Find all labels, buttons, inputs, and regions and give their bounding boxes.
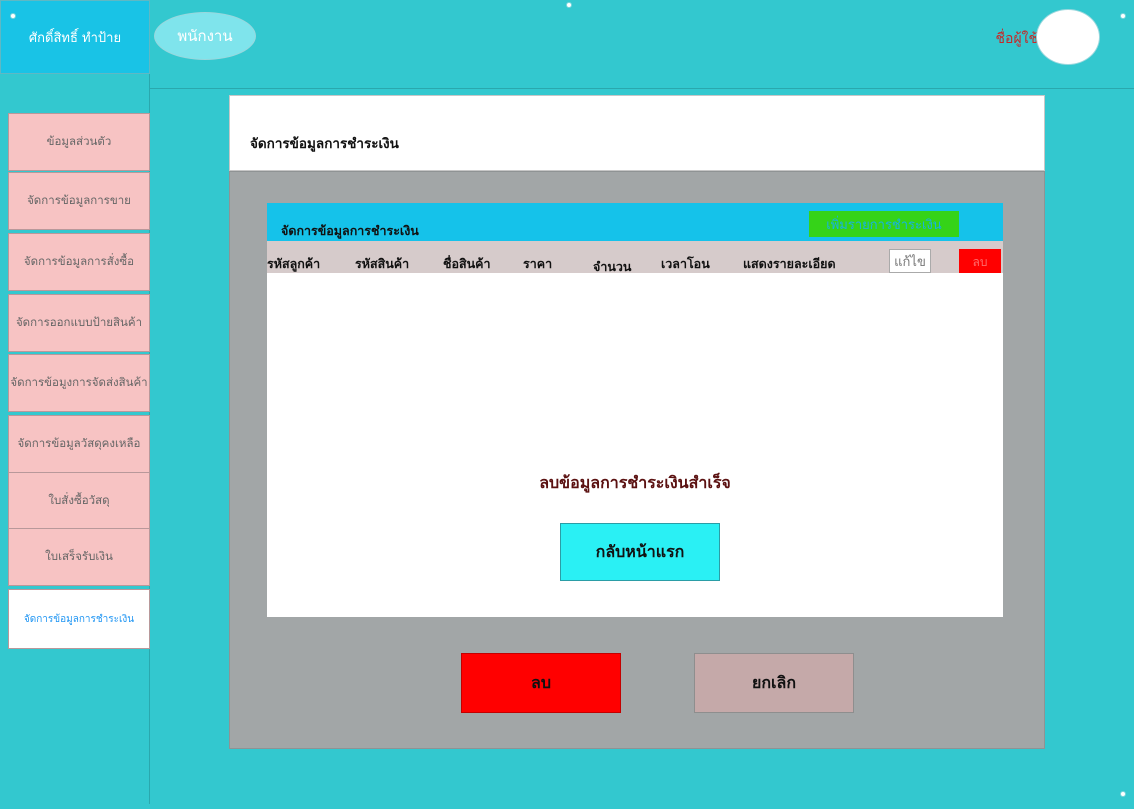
success-message: ลบข้อมูลการชำระเงินสำเร็จ: [539, 473, 731, 492]
column-price: ราคา: [523, 256, 553, 271]
column-details: แสดงรายละเอียด: [743, 256, 836, 271]
role-badge: พนักงาน: [154, 12, 256, 60]
corner-dot: [566, 2, 572, 8]
sidebar-item-profile[interactable]: ข้อมูลส่วนตัว: [8, 113, 150, 171]
column-product-name: ชื่อสินค้า: [443, 256, 491, 271]
table-header: จัดการข้อมูลการชำระเงิน เพิ่มรายการชำระเ…: [267, 203, 1003, 241]
edit-button[interactable]: แก้ไข: [889, 249, 931, 273]
sidebar-item-orders[interactable]: จัดการข้อมูลการสั่งซื้อ: [8, 233, 150, 291]
column-product-id: รหัสสินค้า: [355, 256, 410, 271]
shop-name: ศักดิ์สิทธิ์ ทำป้าย: [0, 0, 150, 74]
table-body: ลบข้อมูลการชำระเงินสำเร็จ กลับหน้าแรก: [267, 273, 1003, 617]
column-customer-id: รหัสลูกค้า: [267, 256, 321, 271]
page-title: จัดการข้อมูลการชำระเงิน: [250, 136, 399, 152]
corner-dot: [1120, 791, 1126, 797]
avatar[interactable]: [1036, 9, 1100, 65]
sidebar-item-sales[interactable]: จัดการข้อมูลการขาย: [8, 172, 150, 230]
add-payment-button[interactable]: เพิ่มรายการชำระเงิน: [809, 211, 959, 237]
corner-dot: [1120, 13, 1126, 19]
cancel-button[interactable]: ยกเลิก: [694, 653, 854, 713]
sidebar-item-inventory[interactable]: จัดการข้อมูลวัสดุคงเหลือ: [8, 415, 150, 473]
table-title: จัดการข้อมูลการชำระเงิน: [281, 223, 419, 238]
table-column-headers: รหัสลูกค้า รหัสสินค้า ชื่อสินค้า ราคา จำ…: [267, 241, 1003, 274]
corner-dot: [10, 13, 16, 19]
back-home-button[interactable]: กลับหน้าแรก: [560, 523, 720, 581]
page-header-card: จัดการข้อมูลการชำระเงิน: [229, 95, 1045, 171]
sidebar-item-sign-design[interactable]: จัดการออกแบบป้ายสินค้า: [8, 294, 150, 352]
column-transfer-time: เวลาโอน: [661, 256, 710, 271]
delete-button[interactable]: ลบ: [461, 653, 621, 713]
username-label: ชื่อผู้ใช้: [995, 31, 1038, 47]
sidebar-item-purchase-order[interactable]: ใบสั่งซื้อวัสดุ: [8, 472, 150, 530]
top-bar-divider: [0, 88, 1134, 89]
sidebar-item-payments[interactable]: จัดการข้อมูลการชำระเงิน: [8, 589, 150, 649]
row-delete-button[interactable]: ลบ: [959, 249, 1001, 273]
sidebar-item-receipts[interactable]: ใบเสร็จรับเงิน: [8, 528, 150, 586]
sidebar-item-delivery[interactable]: จัดการข้อมูงการจัดส่งสินค้า: [8, 354, 150, 412]
